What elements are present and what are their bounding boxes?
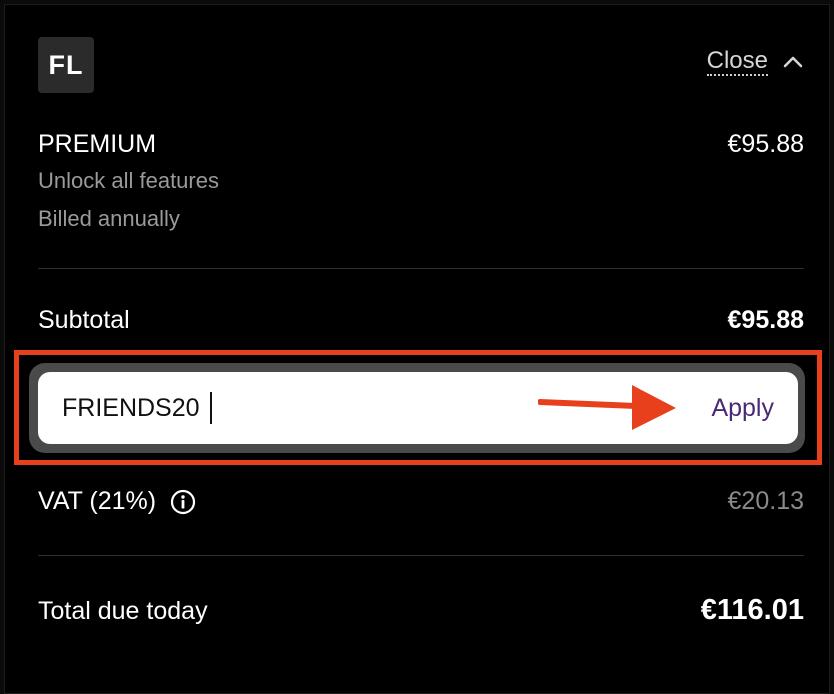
plan-price: €95.88 — [727, 130, 804, 158]
checkout-summary-panel — [4, 4, 830, 694]
apply-promo-button[interactable]: Apply — [711, 392, 774, 424]
vat-row-label: VAT (21%) — [38, 487, 196, 516]
brand-logo: FL — [38, 37, 94, 93]
plan-billing-period: Billed annually — [38, 206, 180, 231]
divider — [38, 268, 804, 269]
chevron-up-icon — [783, 56, 803, 68]
info-icon[interactable] — [170, 489, 196, 515]
brand-logo-text: FL — [48, 49, 84, 80]
subtotal-label: Subtotal — [38, 306, 130, 334]
subtotal-value: €95.88 — [727, 306, 804, 334]
divider — [38, 555, 804, 556]
close-label: Close — [706, 47, 768, 76]
vat-label: VAT (21%) — [38, 487, 157, 515]
close-button[interactable]: Close — [706, 47, 804, 76]
total-label: Total due today — [38, 597, 208, 625]
total-value: €116.01 — [700, 594, 804, 626]
red-arrow-icon — [538, 385, 676, 430]
vat-value: €20.13 — [727, 487, 804, 515]
plan-name: PREMIUM — [38, 130, 157, 158]
promo-code-input[interactable] — [62, 392, 502, 424]
plan-description: Unlock all features — [38, 168, 219, 193]
text-caret — [210, 392, 212, 424]
